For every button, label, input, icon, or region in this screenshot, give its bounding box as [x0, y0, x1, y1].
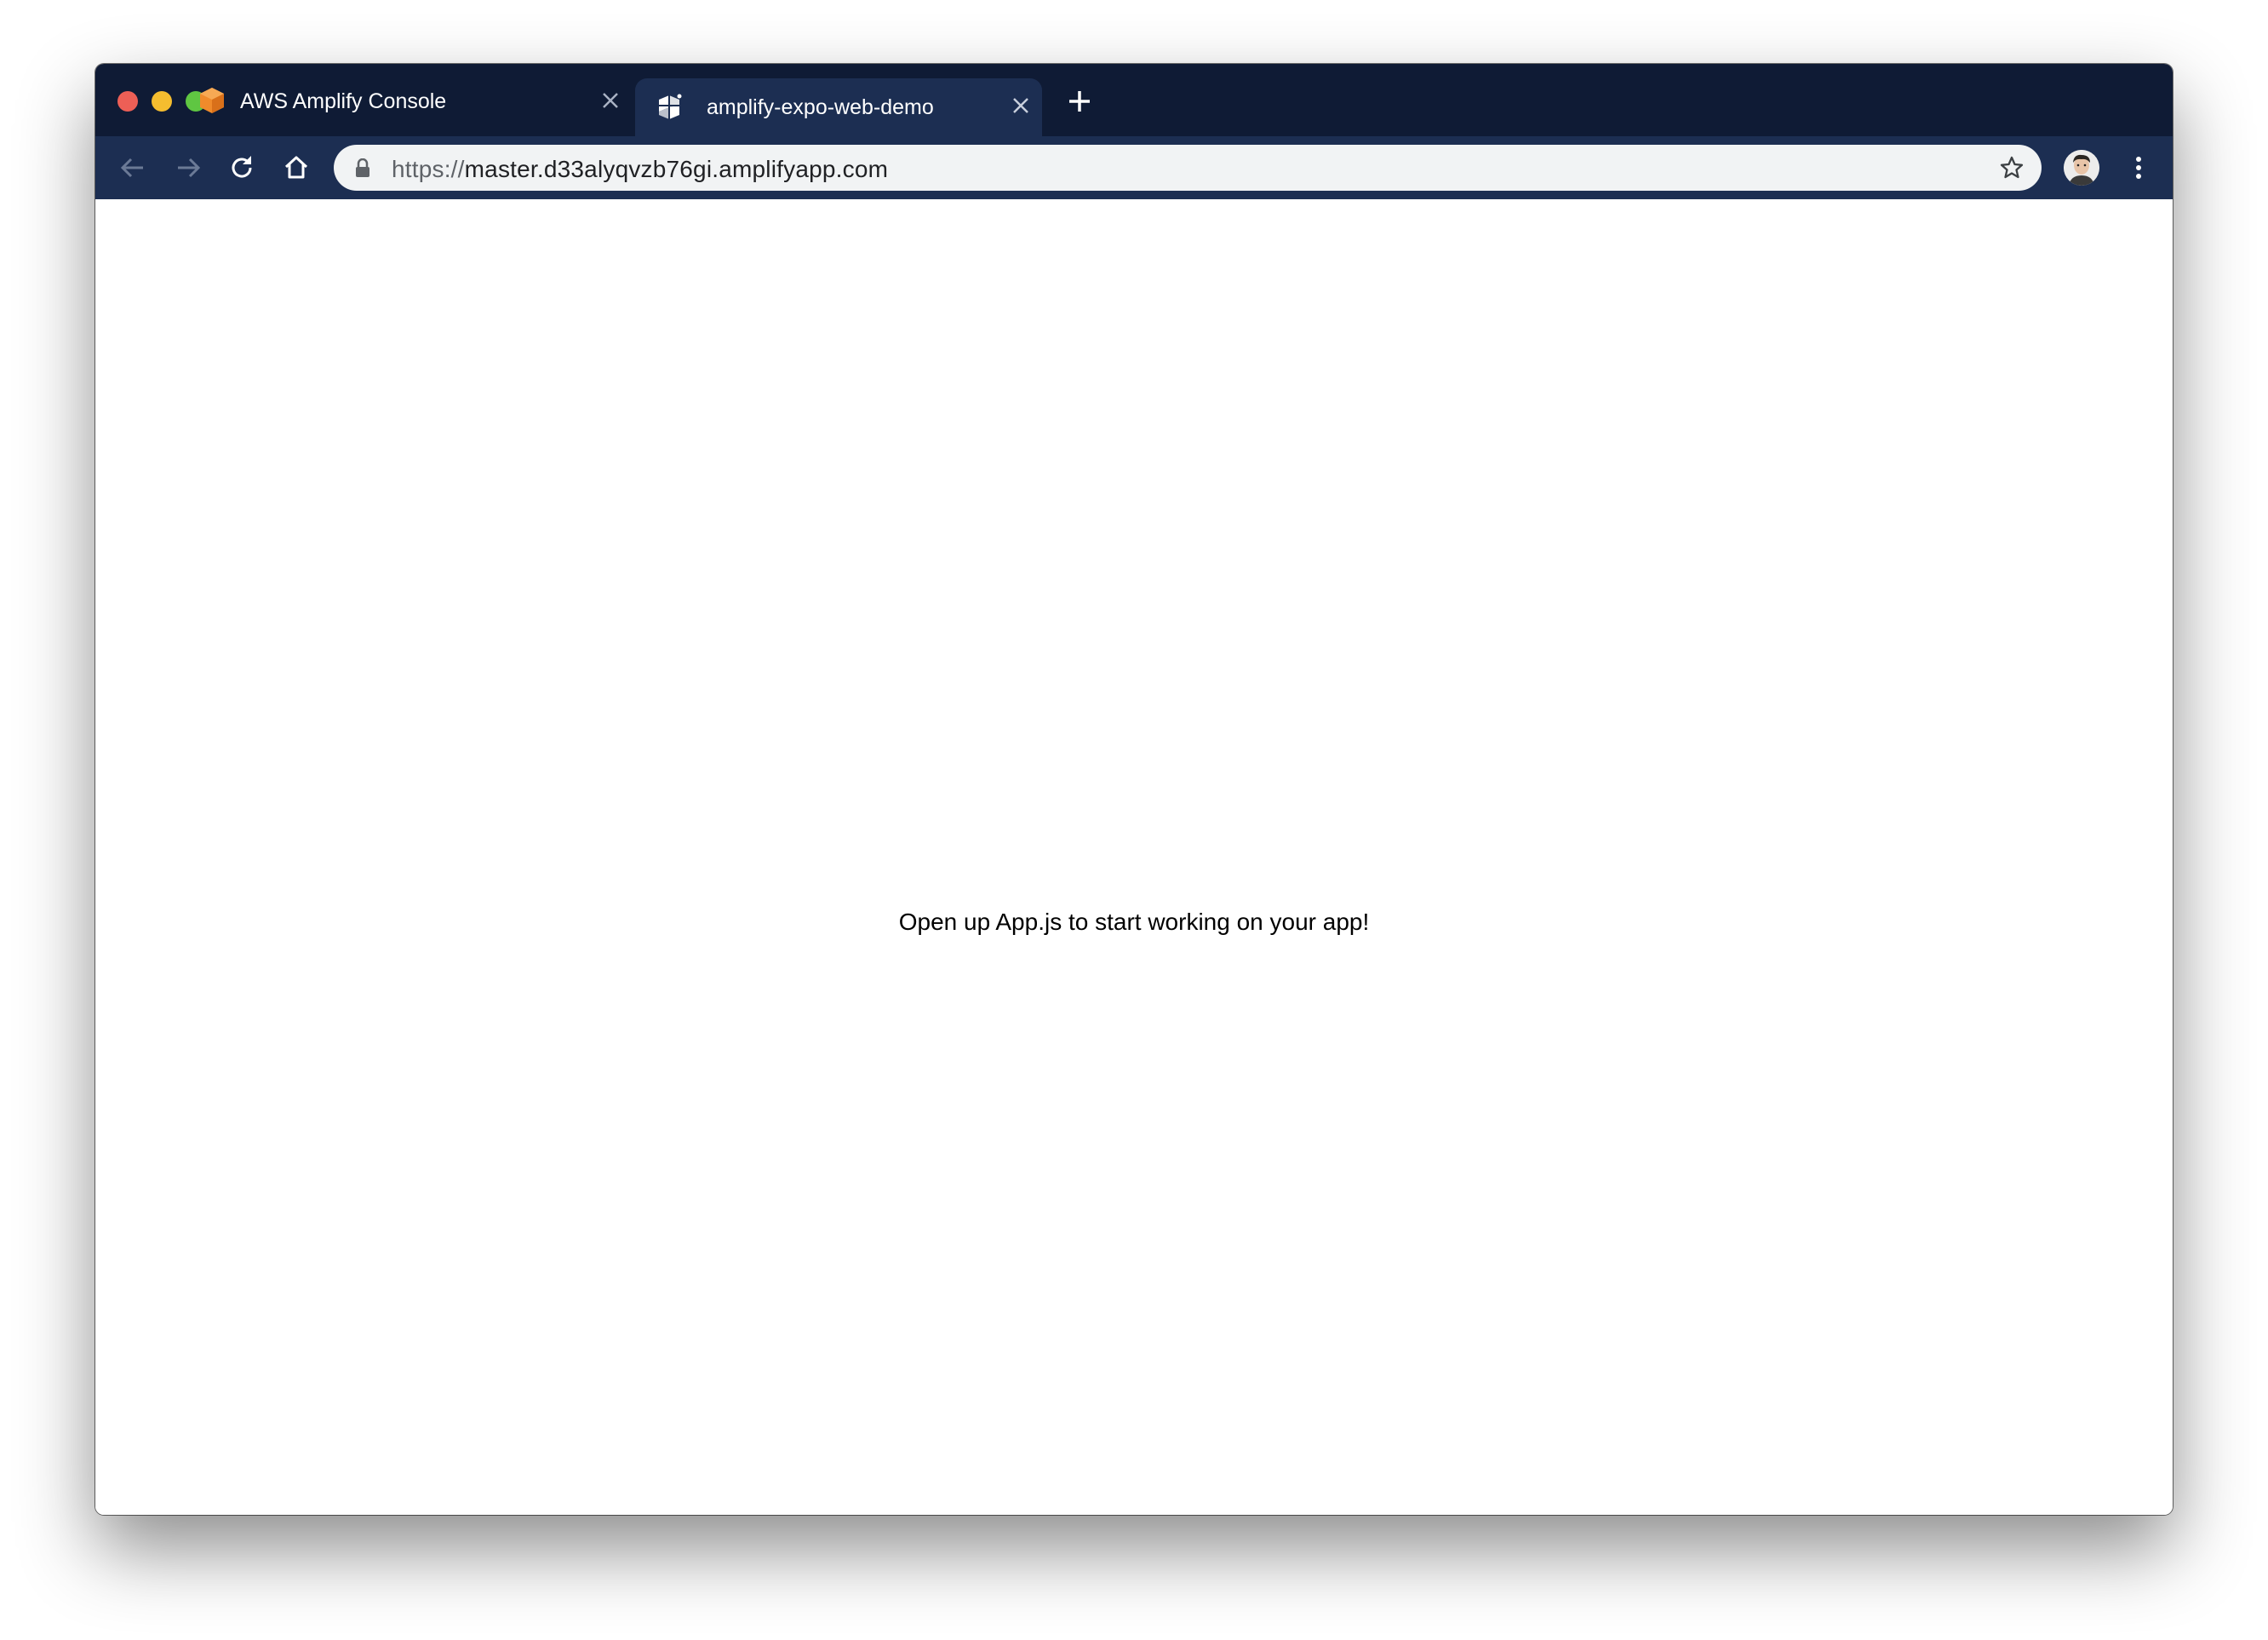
- url-host: master.d33alyqvzb76gi.amplifyapp.com: [464, 156, 889, 182]
- browser-toolbar: https://master.d33alyqvzb76gi.amplifyapp…: [95, 136, 2173, 199]
- new-tab-plus-icon[interactable]: [1066, 88, 1093, 115]
- page-viewport: Open up App.js to start working on your …: [95, 199, 2173, 1515]
- tab-strip: AWS Amplify Console amplify-expo-web-dem…: [95, 64, 2173, 136]
- tab-aws-amplify-console[interactable]: AWS Amplify Console: [95, 64, 635, 136]
- lock-icon[interactable]: [354, 158, 371, 177]
- profile-avatar[interactable]: [2064, 150, 2099, 186]
- tab-title: amplify-expo-web-demo: [707, 95, 934, 119]
- back-arrow-icon[interactable]: [116, 151, 150, 185]
- reload-icon[interactable]: [225, 151, 259, 185]
- tab-title: AWS Amplify Console: [240, 89, 447, 113]
- app-message: Open up App.js to start working on your …: [898, 909, 1370, 935]
- more-vertical-icon[interactable]: [2122, 151, 2156, 185]
- home-icon[interactable]: [279, 151, 313, 185]
- url-scheme: https://: [392, 156, 465, 182]
- url-text[interactable]: https://master.d33alyqvzb76gi.amplifyapp…: [392, 156, 888, 183]
- close-icon[interactable]: [601, 91, 620, 110]
- bookmark-star-icon[interactable]: [1999, 155, 2025, 181]
- aws-amplify-cube-icon: [198, 86, 226, 115]
- forward-arrow-icon[interactable]: [171, 151, 205, 185]
- close-icon[interactable]: [1011, 96, 1030, 115]
- tab-amplify-expo-web-demo[interactable]: amplify-expo-web-demo: [635, 78, 1042, 136]
- address-bar[interactable]: https://master.d33alyqvzb76gi.amplifyapp…: [334, 145, 2042, 191]
- browser-window: AWS Amplify Console amplify-expo-web-dem…: [95, 64, 2173, 1515]
- expo-logo-icon: [656, 93, 684, 122]
